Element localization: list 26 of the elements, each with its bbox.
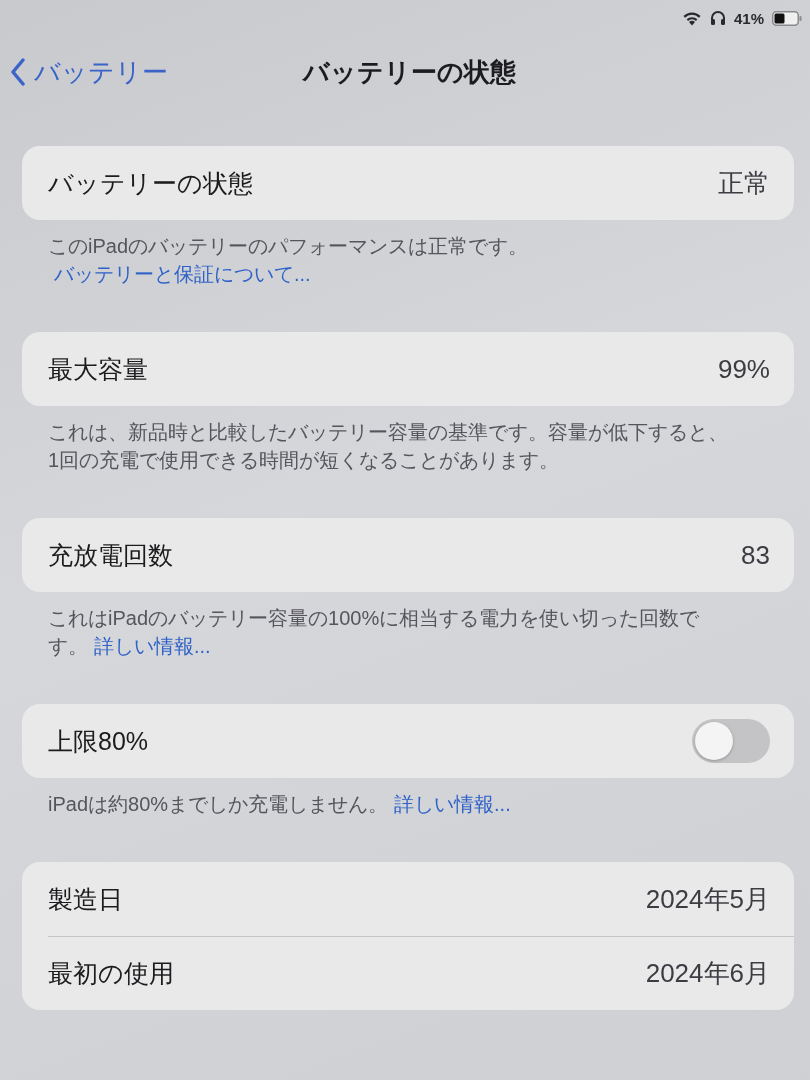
chevron-left-icon	[10, 58, 26, 86]
row-label: 最初の使用	[48, 957, 174, 989]
row-value: 83	[741, 539, 770, 571]
row-value: 2024年6月	[645, 956, 770, 990]
headphones-icon	[709, 10, 726, 26]
back-button[interactable]: バッテリー	[0, 54, 168, 90]
info-link[interactable]: バッテリーと保証について...	[54, 263, 311, 285]
footer-note: このiPadのバッテリーのパフォーマンスは正常です。 バッテリーと保証について...	[47, 234, 530, 287]
battery-icon	[772, 10, 802, 26]
row-label: 上限80%	[48, 725, 149, 757]
toggle-switch[interactable]	[692, 719, 770, 763]
row-value: 2024年5月	[645, 882, 770, 916]
info-link[interactable]: 詳しい情報...	[94, 635, 211, 657]
row-label: バッテリーの状態	[48, 167, 253, 199]
info-link[interactable]: 詳しい情報...	[394, 793, 511, 815]
row-label: 製造日	[48, 883, 123, 915]
row-value: 99%	[717, 353, 770, 385]
page-title: バッテリーの状態	[301, 55, 516, 89]
row-label: 充放電回数	[48, 539, 173, 571]
footer-note: これは、新品時と比較したバッテリー容量の基準です。容量が低下すると、1回の充電で使用できる時間が短くなることがあります。	[47, 420, 729, 473]
footer-note: iPadは約80%までしか充電しません。 詳しい情報...	[47, 792, 512, 817]
row-value: 正常	[718, 166, 770, 200]
row-label: 最大容量	[48, 353, 148, 385]
footer-note: これはiPadのバッテリー容量の100%に相当する電力を使い切った回数です。 詳しい情報...	[47, 606, 701, 659]
wifi-icon	[681, 10, 702, 26]
battery-percentage: 41%	[733, 9, 764, 27]
